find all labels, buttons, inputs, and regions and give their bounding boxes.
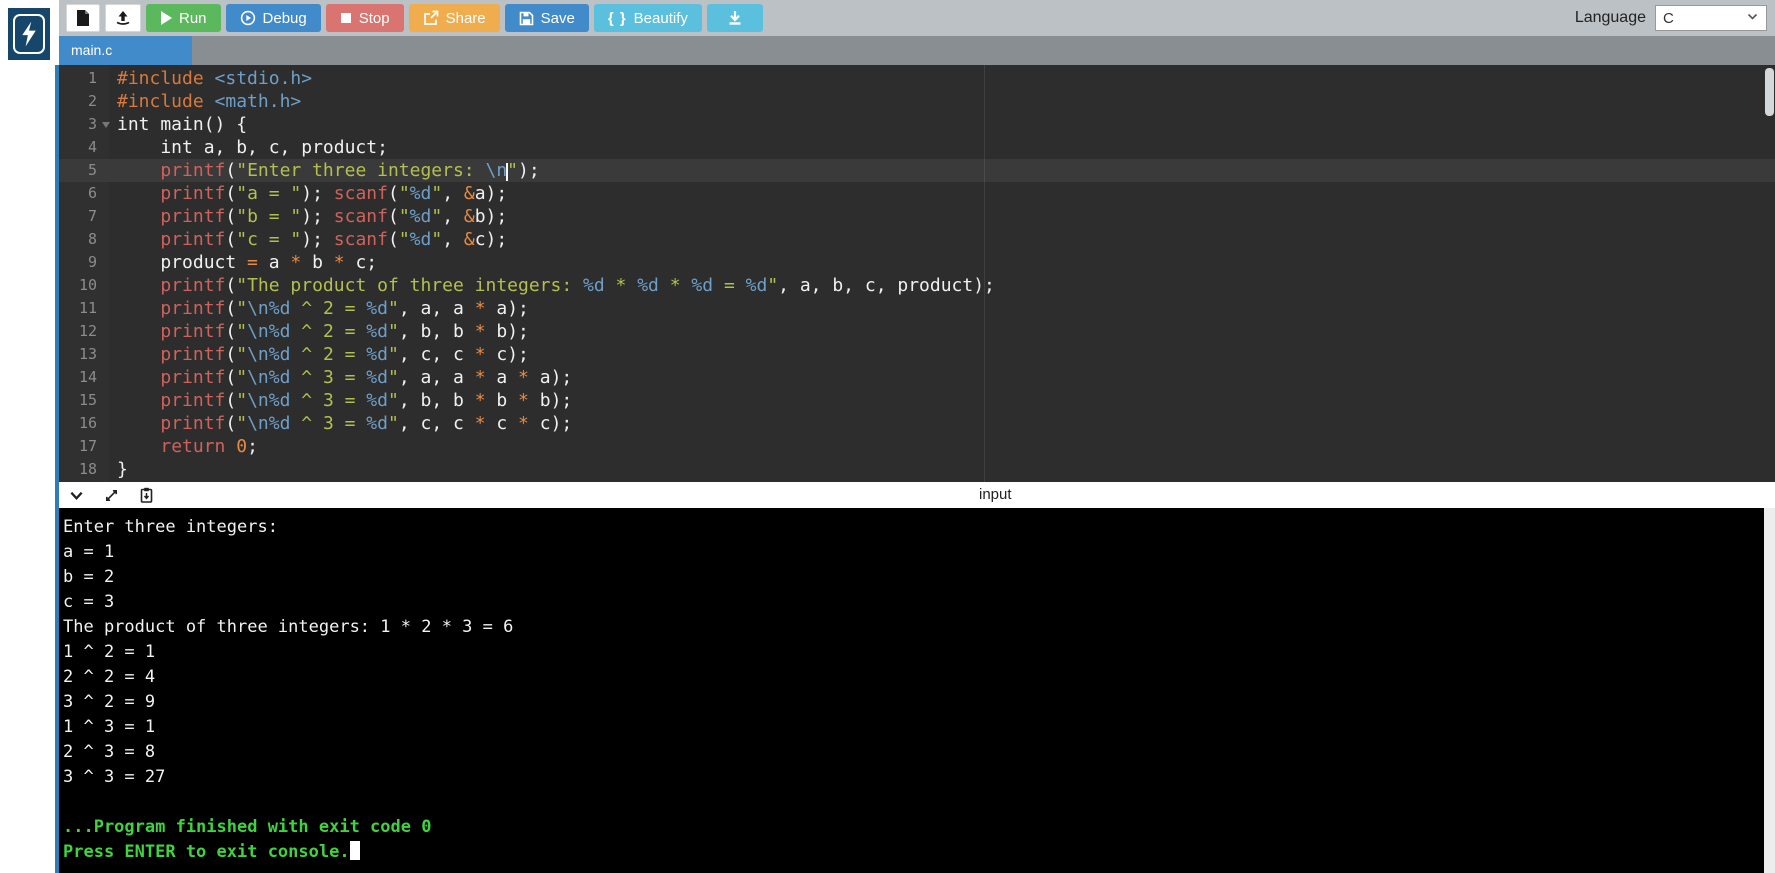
- code-line[interactable]: int a, b, c, product;: [109, 136, 1775, 159]
- run-label: Run: [179, 10, 207, 27]
- console-status-line: Press ENTER to exit console.: [63, 840, 1761, 865]
- code-line[interactable]: #include <stdio.h>: [109, 67, 1775, 90]
- floppy-icon: [519, 11, 534, 26]
- line-number: 18: [59, 458, 109, 481]
- console-output[interactable]: Enter three integers: a = 1b = 2c = 3The…: [59, 508, 1775, 873]
- brand-logo[interactable]: [8, 8, 50, 60]
- console-output-line: [63, 790, 1761, 815]
- editor-gutter: 123456789101112131415161718: [59, 65, 109, 482]
- console-output-line: 3 ^ 2 = 9: [63, 690, 1761, 715]
- toolbar: Run Debug Stop Share Save { } Beautify L…: [59, 0, 1775, 36]
- console-output-line: 1 ^ 2 = 1: [63, 640, 1761, 665]
- console-fullscreen-icon[interactable]: [104, 488, 119, 503]
- console-paste-icon[interactable]: [139, 487, 154, 503]
- line-number: 15: [59, 389, 109, 412]
- stop-label: Stop: [359, 10, 390, 27]
- left-rail: [0, 0, 59, 873]
- console-input-label: input: [979, 482, 1012, 508]
- code-line[interactable]: #include <math.h>: [109, 90, 1775, 113]
- language-label: Language: [1575, 9, 1646, 27]
- share-label: Share: [446, 10, 486, 27]
- line-number: 2: [59, 90, 109, 113]
- save-label: Save: [541, 10, 575, 27]
- language-select[interactable]: C: [1655, 5, 1767, 31]
- chevron-down-icon: [1746, 10, 1759, 27]
- upload-button[interactable]: [105, 4, 141, 32]
- line-number: 16: [59, 412, 109, 435]
- debug-label: Debug: [263, 10, 307, 27]
- line-number: 14: [59, 366, 109, 389]
- code-line[interactable]: printf("c = "); scanf("%d", &c);: [109, 228, 1775, 251]
- line-number: 11: [59, 297, 109, 320]
- code-line[interactable]: printf("\n%d ^ 3 = %d", b, b * b * b);: [109, 389, 1775, 412]
- line-number: 17: [59, 435, 109, 458]
- code-editor[interactable]: 123456789101112131415161718 #include <st…: [59, 65, 1775, 482]
- new-file-icon: [76, 10, 90, 26]
- code-line[interactable]: printf("b = "); scanf("%d", &b);: [109, 205, 1775, 228]
- code-line[interactable]: product = a * b * c;: [109, 251, 1775, 274]
- onlinegdb-app: { "theme": { "toolbar_bg": "#bcc1c5", "t…: [0, 0, 1775, 873]
- code-line[interactable]: printf("\n%d ^ 2 = %d", c, c * c);: [109, 343, 1775, 366]
- stop-square-icon: [340, 12, 352, 24]
- code-line[interactable]: printf("\n%d ^ 2 = %d", a, a * a);: [109, 297, 1775, 320]
- console-cursor: [350, 841, 360, 860]
- lightning-bolt-icon: [13, 14, 45, 54]
- code-line[interactable]: printf("The product of three integers: %…: [109, 274, 1775, 297]
- circle-play-icon: [240, 10, 256, 26]
- console-output-line: a = 1: [63, 540, 1761, 565]
- language-value: C: [1663, 10, 1674, 27]
- editor-scrollbar[interactable]: [1765, 68, 1774, 116]
- console-output-line: 2 ^ 2 = 4: [63, 665, 1761, 690]
- share-icon: [423, 10, 439, 26]
- download-icon: [727, 10, 743, 26]
- upload-icon: [115, 10, 131, 26]
- line-number: 1: [59, 67, 109, 90]
- console-output-line: c = 3: [63, 590, 1761, 615]
- console-output-line: b = 2: [63, 565, 1761, 590]
- console-output-line: 2 ^ 3 = 8: [63, 740, 1761, 765]
- download-button[interactable]: [707, 4, 763, 32]
- code-line[interactable]: printf("\n%d ^ 3 = %d", a, a * a * a);: [109, 366, 1775, 389]
- beautify-label: Beautify: [634, 10, 688, 27]
- code-line[interactable]: printf("a = "); scanf("%d", &a);: [109, 182, 1775, 205]
- code-line[interactable]: return 0;: [109, 435, 1775, 458]
- tab-main-c[interactable]: main.c: [59, 36, 192, 65]
- console-status-line: ...Program finished with exit code 0: [63, 815, 1761, 840]
- new-file-button[interactable]: [66, 4, 100, 32]
- code-line[interactable]: printf("Enter three integers: \n");: [109, 159, 1775, 182]
- braces-icon: { }: [608, 10, 627, 27]
- console-scrollbar[interactable]: [1764, 508, 1775, 873]
- console-output-line: Enter three integers:: [63, 515, 1761, 540]
- code-pane[interactable]: #include <stdio.h>#include <math.h>int m…: [109, 65, 1775, 482]
- tab-bar: main.c: [59, 36, 1775, 65]
- debug-button[interactable]: Debug: [226, 4, 321, 32]
- code-line[interactable]: }: [109, 458, 1775, 481]
- line-number: 7: [59, 205, 109, 228]
- line-number: 12: [59, 320, 109, 343]
- play-icon: [160, 11, 172, 25]
- code-line[interactable]: int main() {: [109, 113, 1775, 136]
- run-button[interactable]: Run: [146, 4, 221, 32]
- line-number: 4: [59, 136, 109, 159]
- line-number: 13: [59, 343, 109, 366]
- code-line[interactable]: printf("\n%d ^ 2 = %d", b, b * b);: [109, 320, 1775, 343]
- save-button[interactable]: Save: [505, 4, 589, 32]
- stop-button[interactable]: Stop: [326, 4, 404, 32]
- console-output-line: 1 ^ 3 = 1: [63, 715, 1761, 740]
- console-output-line: The product of three integers: 1 * 2 * 3…: [63, 615, 1761, 640]
- line-number: 9: [59, 251, 109, 274]
- language-control: Language C: [1575, 4, 1767, 32]
- line-number: 3: [59, 113, 109, 136]
- code-line[interactable]: printf("\n%d ^ 3 = %d", c, c * c * c);: [109, 412, 1775, 435]
- console-toolbar: input: [59, 482, 1775, 508]
- console-collapse-icon[interactable]: [69, 488, 84, 503]
- line-number: 10: [59, 274, 109, 297]
- console-output-line: 3 ^ 3 = 27: [63, 765, 1761, 790]
- line-number: 6: [59, 182, 109, 205]
- share-button[interactable]: Share: [409, 4, 500, 32]
- line-number: 5: [59, 159, 109, 182]
- line-number: 8: [59, 228, 109, 251]
- beautify-button[interactable]: { } Beautify: [594, 4, 702, 32]
